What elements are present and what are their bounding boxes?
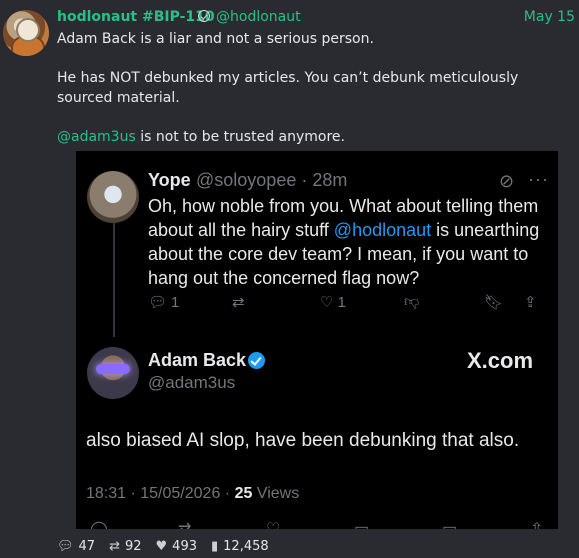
post-header: hodlonaut #BIP-110 @hodlonaut May 15: [57, 7, 577, 27]
verified-badge-icon: [248, 352, 265, 369]
reply-icon: 💬︎: [148, 294, 168, 311]
share-icon: ⇪: [530, 519, 543, 529]
reply-avatar: [87, 347, 139, 399]
post-line-3: @adam3us is not to be trusted anymore.: [57, 128, 572, 148]
reply-views-count: 25: [234, 485, 253, 502]
reply-meta: 18:31 · 15/05/2026 · 25 Views: [86, 485, 299, 503]
more-icon: ···: [528, 169, 549, 189]
author-name[interactable]: hodlonaut #BIP-110: [57, 7, 215, 27]
reply-actions-cropped: ◯ ⇄ ♡ ▭ ▭ ⇪: [86, 519, 556, 529]
views-count: 12,458: [223, 538, 269, 554]
verified-icon: [198, 10, 210, 22]
embedded-screenshot[interactable]: Yope @soloyopee · 28m ⊘ ··· Oh, how nobl…: [76, 151, 558, 529]
post-line-2: He has NOT debunked my articles. You can…: [57, 70, 519, 106]
quoted-handle-time: @soloyopee · 28m: [196, 170, 348, 190]
reply-action: 💬︎ 1: [148, 293, 180, 312]
share-icon: ⇪: [524, 294, 537, 311]
repost-icon: ⇄: [232, 294, 245, 311]
mention-link[interactable]: @adam3us: [57, 129, 136, 145]
quoted-name: Yope: [148, 170, 191, 190]
heart-icon: ♥: [155, 538, 168, 554]
stat-reposts[interactable]: ⇄ 92: [109, 539, 141, 554]
dislike-icon: ▭: [354, 519, 369, 529]
reply-views-label: Views: [252, 485, 300, 502]
thread-line: [113, 207, 115, 337]
repost-icon: ⇄: [178, 519, 191, 529]
mute-icon: ⊘: [499, 171, 515, 191]
heart-icon: ♡: [266, 519, 280, 529]
x-logo-icon: X.com: [467, 348, 534, 373]
quoted-actions: 💬︎ 1 ⇄ ♡ 1 👎︎ 🔖︎ ⇪: [148, 293, 548, 315]
post-line-1: Adam Back is a liar and not a serious pe…: [57, 31, 374, 47]
reply-count: 1: [171, 293, 180, 311]
bookmark-icon: ▭: [442, 519, 457, 529]
reply-timestamp: 18:31 · 15/05/2026 ·: [86, 485, 235, 502]
reply-icon: ◯: [90, 519, 108, 529]
quoted-mention: @hodlonaut: [333, 220, 432, 240]
comment-icon: 💬︎: [57, 538, 74, 554]
avatar-face: [16, 18, 40, 42]
post-stats: 💬︎ 47 ⇄ 92 ♥ 493 ▮ 12,458: [57, 537, 269, 555]
dislike-icon: 👎︎: [404, 293, 420, 310]
reply-text: also biased AI slop, have been debunking…: [86, 430, 520, 451]
laser-eyes: [96, 364, 130, 374]
like-count: 1: [337, 293, 346, 311]
likes-count: 493: [172, 538, 197, 554]
bookmark-icon: 🔖︎: [484, 294, 504, 311]
replies-count: 47: [78, 538, 96, 554]
bar-chart-icon: ▮: [211, 538, 219, 554]
stat-replies[interactable]: 💬︎ 47: [57, 539, 95, 554]
stat-views: ▮ 12,458: [211, 539, 269, 554]
author-handle[interactable]: @hodlonaut: [216, 7, 301, 27]
reposts-count: 92: [124, 538, 142, 554]
reply-name: Adam Back: [148, 350, 247, 370]
quoted-text: Oh, how noble from you. What about telli…: [148, 194, 543, 290]
like-action: ♡ 1: [320, 293, 346, 312]
post-body: Adam Back is a liar and not a serious pe…: [57, 30, 572, 147]
reply-handle: @adam3us: [148, 373, 236, 392]
heart-icon: ♡: [320, 294, 334, 311]
author-avatar[interactable]: [3, 10, 49, 56]
post-line-3-rest: is not to be trusted anymore.: [135, 128, 345, 145]
post-date[interactable]: May 15: [524, 7, 575, 27]
stat-likes[interactable]: ♥ 493: [156, 539, 197, 554]
quoted-avatar: [87, 171, 139, 223]
repost-icon: ⇄: [109, 538, 120, 554]
